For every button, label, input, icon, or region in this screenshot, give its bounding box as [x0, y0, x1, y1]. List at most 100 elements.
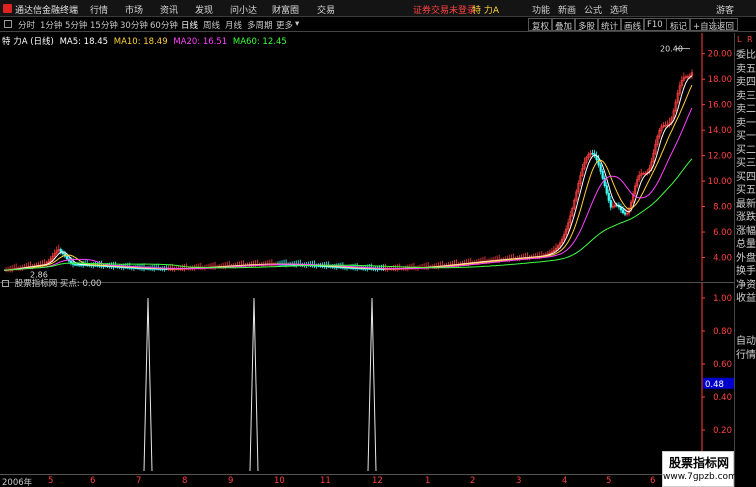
- ma60-label: MA60: 12.45: [232, 37, 287, 47]
- menu-wealth[interactable]: 财富圈: [272, 3, 299, 16]
- ma5-line: [3, 75, 693, 271]
- more-dropdown-icon[interactable]: ▾: [295, 19, 299, 29]
- side-tab-9[interactable]: 买四: [735, 171, 756, 185]
- side-tab-14[interactable]: 总量: [735, 238, 756, 252]
- candle-body: [621, 209, 625, 214]
- menu-options[interactable]: 选项: [610, 3, 628, 16]
- y-tick-label: 4.00: [713, 254, 732, 264]
- y-tick-label: 10.00: [708, 177, 732, 187]
- period-15min[interactable]: 15分钟: [90, 19, 118, 31]
- period-toolbar: 分时 1分钟 5分钟 15分钟 30分钟 60分钟 日线 周线 月线 多周期 更…: [0, 17, 756, 32]
- side-tab-1[interactable]: 卖五: [735, 63, 756, 77]
- period-60min[interactable]: 60分钟: [150, 19, 178, 31]
- menu-market[interactable]: 市场: [125, 3, 143, 16]
- app-logo-icon: [3, 4, 12, 13]
- side-tabs: 委比 卖五 卖四 卖三 卖二 卖一 买一 买二 买三 买四 买五 最新 涨跌 涨幅 总量 外盘 换手 净资 收益: [735, 49, 756, 306]
- main-chart-area[interactable]: 20.00 18.00 16.00 14.00 12.00 10.00 8.00 6.00 4.…: [0, 33, 734, 281]
- ma-legend: 特 力A (日线) MA5: 18.45 MA10: 18.49 MA20: 1…: [2, 35, 290, 47]
- period-1min[interactable]: 1分钟: [40, 19, 62, 31]
- overlay-button[interactable]: 叠加: [551, 18, 577, 32]
- menu-news[interactable]: 资讯: [160, 3, 178, 16]
- side-tab-0[interactable]: 委比: [735, 49, 756, 63]
- watermark-url: www.7gpzb.com: [663, 472, 737, 482]
- side-tab-15[interactable]: 外盘: [735, 252, 756, 266]
- y-tick-label: 12.00: [708, 152, 732, 162]
- ma60-line: [3, 158, 693, 271]
- menu-formula[interactable]: 公式: [584, 3, 602, 16]
- side-tab-11[interactable]: 最新: [735, 198, 756, 212]
- period-daily[interactable]: 日线: [181, 19, 198, 31]
- indicator-legend: 股票指标网 买点: 0.00: [2, 277, 101, 289]
- x-tick-label: 3: [516, 476, 522, 486]
- side-tag-l[interactable]: L: [737, 35, 741, 44]
- candle-body: [605, 185, 608, 194]
- side-tag-r[interactable]: R: [747, 35, 753, 44]
- menu-new-draw[interactable]: 新画: [558, 3, 576, 16]
- draw-line-button[interactable]: 画线: [620, 18, 646, 32]
- y-tick-label: 16.00: [708, 101, 732, 111]
- candle-body: [601, 171, 604, 179]
- side-tab-auto[interactable]: 自动: [735, 335, 756, 349]
- x-tick-label: 11: [320, 476, 331, 486]
- ma10-label: MA10: 18.49: [113, 37, 168, 47]
- side-tab-2[interactable]: 卖四: [735, 76, 756, 90]
- x-tick-label: 4: [562, 476, 568, 486]
- side-panel: L R 委比 卖五 卖四 卖三 卖二 卖一 买一 买二 买三 买四 买五 最新 涨跌 涨幅 总量 外盘 换手 净资…: [734, 33, 756, 487]
- menu-discover[interactable]: 发现: [195, 3, 213, 16]
- indicator-panel[interactable]: 1.00 0.80 0.60 0.40 0.20 0.48: [0, 282, 734, 475]
- candlestick-chart[interactable]: 20.00 18.00 16.00 14.00 12.00 10.00 8.00 6.00 4.…: [0, 33, 734, 281]
- side-tab-3[interactable]: 卖三: [735, 90, 756, 104]
- watermark: 股票指标网 www.7gpzb.com: [662, 451, 737, 487]
- menu-functions[interactable]: 功能: [532, 3, 550, 16]
- indicator-toggle-icon[interactable]: [2, 280, 9, 287]
- side-tab-17[interactable]: 净资: [735, 279, 756, 293]
- side-tab-5[interactable]: 卖一: [735, 117, 756, 131]
- side-tab-10[interactable]: 买五: [735, 184, 756, 198]
- candle-body: [73, 264, 77, 266]
- side-tab-8[interactable]: 买三: [735, 157, 756, 171]
- x-tick-label: 1: [425, 476, 431, 486]
- menu-trade[interactable]: 交易: [317, 3, 335, 16]
- side-tab-7[interactable]: 买二: [735, 144, 756, 158]
- side-bottom-tabs: 自动 行情: [735, 335, 756, 362]
- period-5min[interactable]: 5分钟: [65, 19, 87, 31]
- statistics-button[interactable]: 统计: [597, 18, 623, 32]
- adjust-button[interactable]: 复权: [528, 18, 554, 32]
- side-tab-12[interactable]: 涨跌: [735, 211, 756, 225]
- side-tab-13[interactable]: 涨幅: [735, 225, 756, 239]
- app-title: 通达信金融终端: [15, 6, 79, 16]
- menu-ask[interactable]: 问小达: [230, 3, 257, 16]
- back-button[interactable]: 返回: [713, 18, 739, 32]
- candle-body: [607, 192, 610, 201]
- multi-stock-button[interactable]: 多股: [574, 18, 600, 32]
- x-tick-label: 8: [182, 476, 188, 486]
- f10-button[interactable]: F10: [643, 18, 667, 31]
- watermark-title: 股票指标网: [668, 456, 729, 470]
- period-weekly[interactable]: 周线: [203, 19, 220, 31]
- indicator-chart[interactable]: 1.00 0.80 0.60 0.40 0.20 0.48: [0, 283, 734, 475]
- side-tab-18[interactable]: 收益: [735, 292, 756, 306]
- guest-user[interactable]: 游客: [716, 3, 734, 16]
- high-label: 20.40: [660, 45, 683, 54]
- period-intraday[interactable]: 分时: [18, 19, 35, 31]
- x-tick-label: 7: [136, 476, 142, 486]
- side-panel-header: L R: [735, 33, 756, 49]
- mark-button[interactable]: 标记: [666, 18, 692, 32]
- layout-checkbox[interactable]: [4, 20, 12, 28]
- period-multi[interactable]: 多周期: [247, 19, 273, 31]
- side-tab-4[interactable]: 卖二: [735, 103, 756, 117]
- side-tab-16[interactable]: 换手: [735, 265, 756, 279]
- side-tab-6[interactable]: 买一: [735, 130, 756, 144]
- candle-body: [599, 164, 602, 172]
- candle-body: [65, 255, 69, 260]
- period-30min[interactable]: 30分钟: [120, 19, 148, 31]
- x-tick-label: 5: [606, 476, 612, 486]
- side-tab-quotes[interactable]: 行情: [735, 349, 756, 363]
- login-warning[interactable]: 证券交易未登录: [413, 3, 476, 16]
- time-axis: 2006年5678910111212345678: [0, 474, 734, 487]
- stock-name: 特 力A: [472, 6, 500, 16]
- x-tick-label: 6: [90, 476, 96, 486]
- period-monthly[interactable]: 月线: [225, 19, 242, 31]
- period-more[interactable]: 更多: [276, 19, 293, 31]
- menu-quotes[interactable]: 行情: [90, 3, 108, 16]
